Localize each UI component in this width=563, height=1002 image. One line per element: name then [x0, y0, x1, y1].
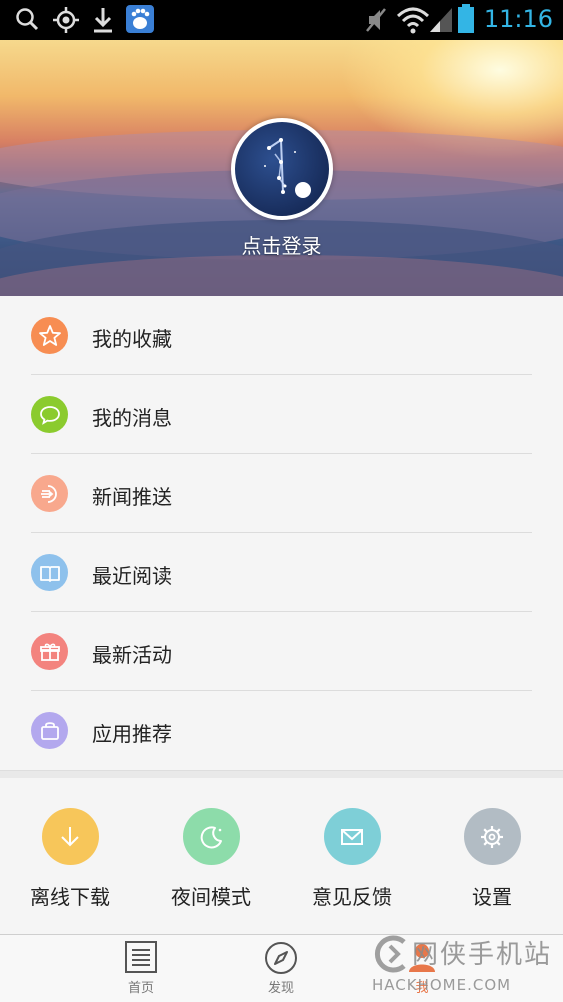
chat-bubble-icon	[39, 405, 60, 425]
feedback-button[interactable]: 意见反馈	[282, 808, 422, 910]
menu-item-label: 最近阅读	[92, 564, 172, 588]
watermark-logo-icon	[374, 935, 406, 973]
compass-icon	[265, 942, 297, 974]
gps-icon	[53, 7, 79, 33]
login-prompt[interactable]: 点击登录	[0, 230, 563, 259]
menu-list: 我的收藏 我的消息 新闻推送 最近阅读 最新活动 应用推荐	[0, 296, 563, 770]
watermark-title: 网侠手机站	[412, 940, 553, 970]
download-arrow-icon	[61, 826, 79, 846]
section-separator	[0, 770, 563, 778]
app-logo-icon	[264, 138, 311, 198]
quick-action-label: 离线下载	[30, 885, 110, 909]
activities-icon-circle	[31, 633, 68, 670]
nav-label: 发现	[267, 981, 294, 996]
settings-button[interactable]: 设置	[422, 808, 562, 910]
status-time: 11:16	[483, 5, 553, 33]
bag-icon	[40, 721, 59, 740]
wifi-icon	[396, 7, 430, 34]
gear-icon	[481, 825, 503, 848]
menu-item-recent-reading[interactable]: 最近阅读	[0, 533, 563, 612]
night-mode-button[interactable]: 夜间模式	[141, 808, 281, 910]
quick-action-label: 设置	[472, 885, 512, 909]
menu-item-label: 我的收藏	[92, 327, 172, 351]
feedback-icon-circle	[323, 808, 381, 865]
document-icon	[125, 941, 157, 973]
menu-item-app-recommend[interactable]: 应用推荐	[0, 691, 563, 770]
menu-item-label: 我的消息	[92, 406, 172, 430]
messages-icon-circle	[31, 396, 68, 433]
star-icon	[38, 324, 61, 346]
profile-header: 点击登录	[0, 40, 563, 296]
download-icon	[94, 8, 112, 33]
moon-icon	[200, 825, 222, 848]
night-mode-icon-circle	[182, 808, 240, 865]
recent-reading-icon-circle	[31, 554, 68, 591]
search-icon	[16, 8, 39, 31]
status-bar: 11:16	[0, 0, 563, 40]
menu-item-label: 应用推荐	[92, 722, 172, 746]
settings-icon-circle	[463, 808, 521, 865]
offline-download-icon-circle	[41, 808, 99, 865]
watermark: 网侠手机站 HACKHOME.COM	[368, 930, 563, 1002]
menu-item-label: 最新活动	[92, 643, 172, 667]
push-icon	[40, 484, 57, 503]
mail-icon	[341, 828, 363, 845]
battery-icon	[458, 4, 474, 33]
mute-icon	[366, 8, 386, 32]
avatar[interactable]	[231, 118, 333, 220]
nav-item-discover[interactable]: 发现	[241, 941, 321, 996]
book-icon	[39, 565, 60, 582]
offline-download-button[interactable]: 离线下载	[0, 808, 140, 910]
gift-icon	[39, 643, 60, 661]
menu-item-messages[interactable]: 我的消息	[0, 375, 563, 454]
baidu-icon	[126, 5, 154, 33]
signal-icon	[430, 8, 452, 32]
quick-action-label: 意见反馈	[312, 885, 392, 909]
app-recommend-icon-circle	[31, 712, 68, 749]
menu-item-activities[interactable]: 最新活动	[0, 612, 563, 691]
quick-actions: 离线下载 夜间模式 意见反馈 设置	[0, 778, 563, 934]
nav-item-home[interactable]: 首页	[101, 941, 181, 996]
menu-item-label: 新闻推送	[92, 485, 172, 509]
nav-label: 首页	[127, 981, 154, 996]
quick-action-label: 夜间模式	[171, 885, 251, 909]
favorites-icon-circle	[31, 317, 68, 354]
news-push-icon-circle	[31, 475, 68, 512]
menu-item-favorites[interactable]: 我的收藏	[0, 296, 563, 375]
menu-item-news-push[interactable]: 新闻推送	[0, 454, 563, 533]
watermark-url: HACKHOME.COM	[372, 976, 512, 994]
